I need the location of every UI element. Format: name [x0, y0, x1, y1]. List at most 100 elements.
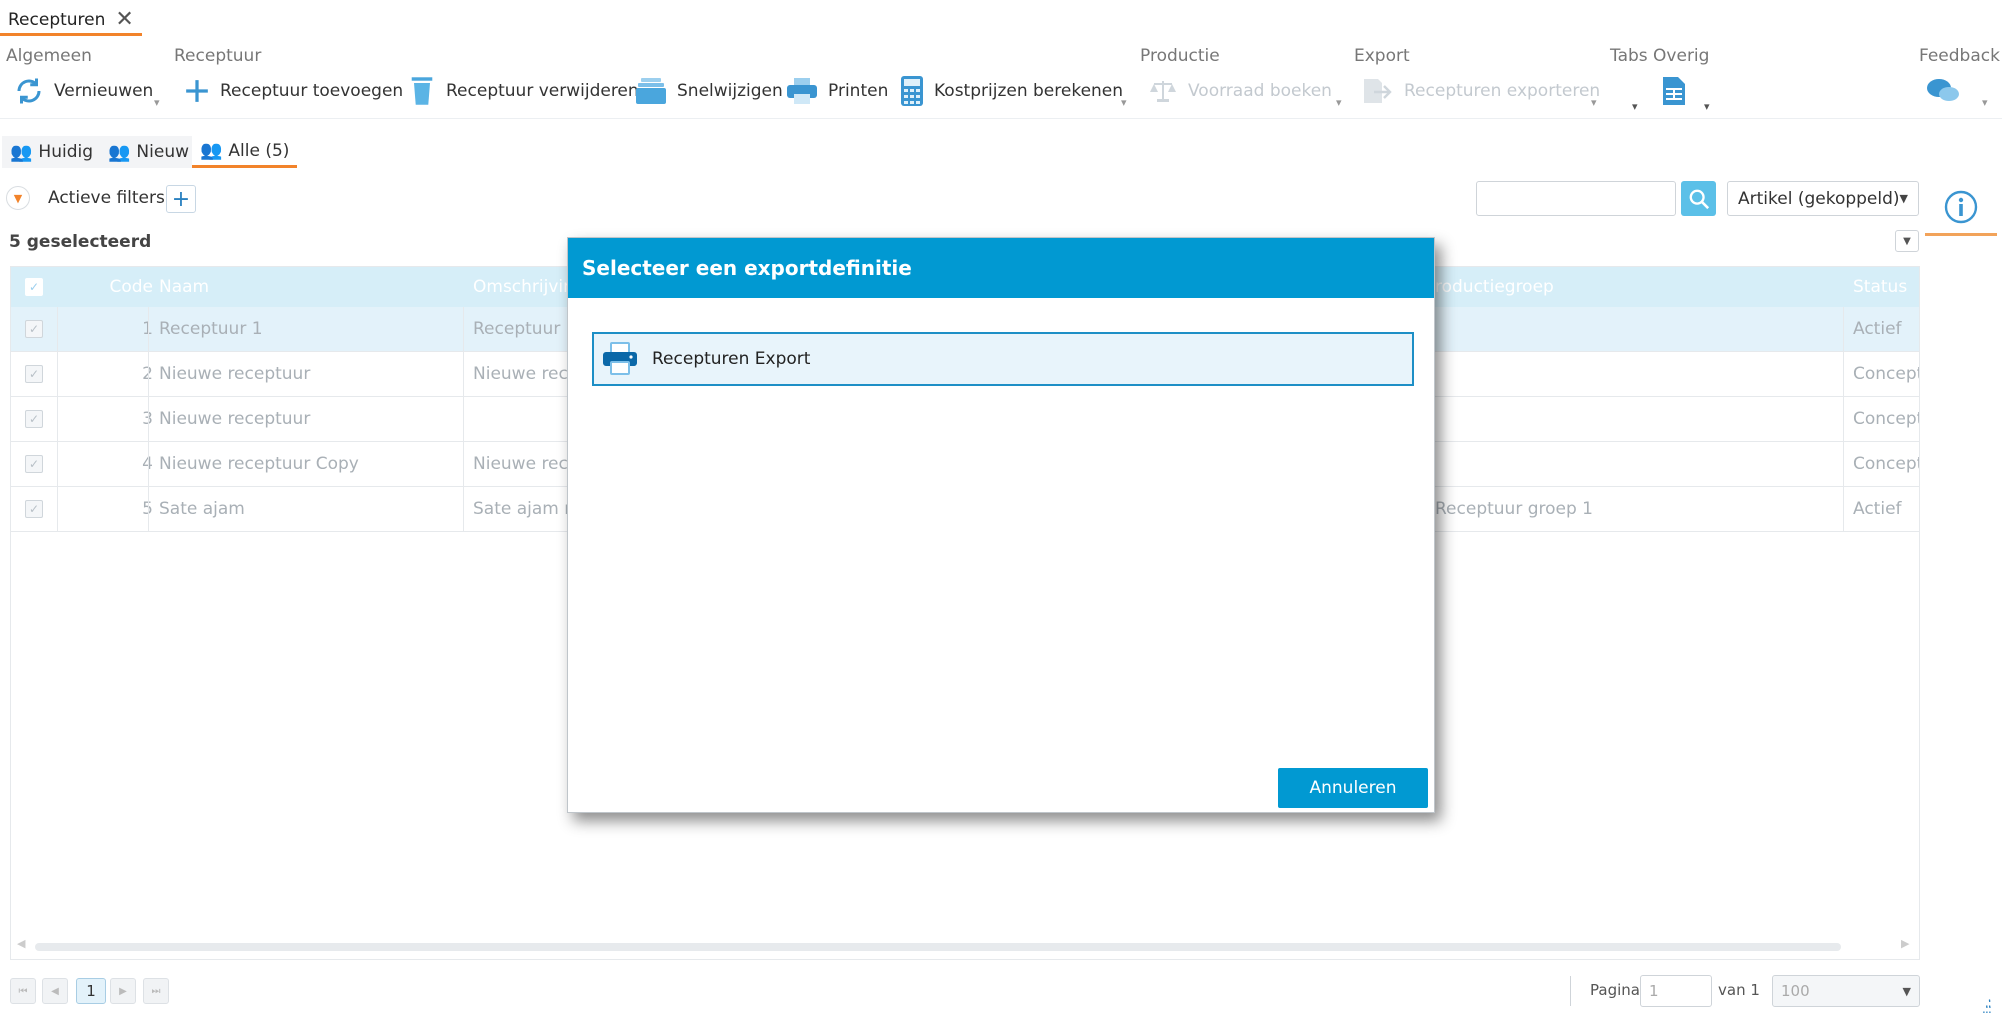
- resize-grip-icon[interactable]: . .:.::: [1982, 991, 1992, 1015]
- page-label: Pagina: [1590, 981, 1640, 999]
- group-label-productie: Productie: [1140, 46, 1220, 66]
- row-checkbox[interactable]: ✓: [25, 455, 43, 473]
- delete-receptuur-label: Receptuur verwijderen: [446, 81, 639, 101]
- export-definition-item[interactable]: Recepturen Export: [592, 332, 1414, 386]
- export-recepturen-label: Recepturen exporteren: [1404, 81, 1601, 101]
- scroll-left-icon[interactable]: ◀: [17, 937, 25, 950]
- column-divider: [57, 307, 58, 532]
- column-divider: [1843, 307, 1844, 532]
- prev-page-icon: ◀: [51, 985, 59, 997]
- prev-page-button[interactable]: ◀: [42, 978, 68, 1004]
- first-page-button[interactable]: ⏮: [10, 978, 36, 1004]
- chevron-down-icon[interactable]: ▾: [1121, 96, 1127, 109]
- feedback-button[interactable]: [1926, 74, 1960, 108]
- chevron-down-icon[interactable]: ▾: [1336, 96, 1342, 109]
- row-checkbox[interactable]: ✓: [25, 365, 43, 383]
- column-header-status[interactable]: Status: [1853, 267, 1907, 307]
- tabs-overig-button[interactable]: [1662, 74, 1686, 108]
- refresh-icon: [17, 78, 41, 104]
- calculate-cost-button[interactable]: Kostprijzen berekenen: [900, 74, 1123, 108]
- scroll-right-icon[interactable]: ▶: [1901, 937, 1909, 950]
- group-label-receptuur: Receptuur: [174, 46, 262, 66]
- next-page-button[interactable]: ▶: [110, 978, 136, 1004]
- close-icon[interactable]: ✕: [115, 8, 133, 31]
- row-checkbox[interactable]: ✓: [25, 500, 43, 518]
- cell-code: 5: [71, 487, 153, 531]
- chevron-down-icon: ▼: [1903, 235, 1911, 247]
- print-button[interactable]: Printen: [786, 74, 888, 108]
- cell-productiegroep: [1435, 352, 1835, 396]
- cell-omschrijving: Nieuwe rece: [473, 364, 573, 384]
- chevron-down-icon: ▼: [1899, 192, 1908, 205]
- filter-toggle-button[interactable]: ▼: [6, 186, 30, 210]
- cell-status: Concept: [1853, 364, 1919, 384]
- quick-edit-button[interactable]: Snelwijzigen: [635, 74, 783, 108]
- export-recepturen-button[interactable]: Recepturen exporteren: [1362, 74, 1600, 108]
- search-scope-select[interactable]: Artikel (gekoppeld) ▼: [1727, 181, 1919, 216]
- info-panel-button[interactable]: [1925, 180, 1997, 236]
- chevron-down-icon[interactable]: ▾: [1982, 96, 1988, 109]
- cancel-button[interactable]: Annuleren: [1278, 768, 1428, 808]
- page-size-select[interactable]: 100 ▼: [1772, 975, 1920, 1007]
- cell-omschrijving: Sate ajam m: [473, 499, 573, 519]
- horizontal-scrollbar[interactable]: [35, 943, 1841, 951]
- chevron-down-icon: ▼: [1902, 984, 1911, 998]
- group-label-algemeen: Algemeen: [6, 46, 92, 66]
- pager-divider: [1570, 976, 1571, 1006]
- cell-productiegroep: Receptuur groep 1: [1435, 499, 1593, 519]
- chevron-down-icon[interactable]: ▾: [1632, 100, 1638, 113]
- selection-count: 5 geselecteerd: [9, 232, 152, 252]
- cell-naam: Receptuur 1: [159, 319, 263, 339]
- current-page-button[interactable]: 1: [76, 978, 106, 1004]
- tab-title: Recepturen: [8, 9, 106, 30]
- chevron-down-icon[interactable]: ▾: [154, 96, 160, 109]
- printer-icon: [603, 342, 637, 375]
- page-size-value: 100: [1781, 982, 1810, 1000]
- next-page-icon: ▶: [119, 985, 127, 997]
- column-header-code[interactable]: Code: [99, 267, 153, 307]
- column-header-productiegroep[interactable]: roductiegroep: [1435, 267, 1554, 307]
- last-page-button[interactable]: ⏭: [143, 978, 169, 1004]
- add-filter-button[interactable]: +: [166, 185, 196, 213]
- cell-code: 1: [71, 307, 153, 351]
- tab-huidig[interactable]: 👥 Huidig: [2, 136, 102, 168]
- tab-recepturen[interactable]: Recepturen ✕: [0, 6, 142, 36]
- tab-alle[interactable]: 👥 Alle (5): [192, 136, 298, 168]
- book-stock-label: Voorraad boeken: [1188, 81, 1332, 101]
- column-chooser-button[interactable]: ▼: [1895, 230, 1919, 252]
- delete-receptuur-button[interactable]: Receptuur verwijderen: [408, 74, 639, 108]
- book-stock-button[interactable]: Voorraad boeken: [1148, 74, 1332, 108]
- chevron-down-icon[interactable]: ▾: [1704, 100, 1710, 113]
- cell-status: Actief: [1853, 499, 1902, 519]
- cell-status: Actief: [1853, 319, 1902, 339]
- page-input[interactable]: 1: [1640, 975, 1712, 1007]
- tab-alle-label: Alle (5): [228, 140, 290, 161]
- cell-productiegroep: [1435, 307, 1835, 351]
- cell-code: 3: [71, 397, 153, 441]
- row-checkbox[interactable]: ✓: [25, 410, 43, 428]
- select-all-checkbox[interactable]: ✓: [25, 267, 43, 307]
- printer-icon: [787, 78, 817, 104]
- refresh-button[interactable]: Vernieuwen: [14, 74, 153, 108]
- dialog-title: Selecteer een exportdefinitie: [568, 238, 1434, 298]
- search-button[interactable]: [1681, 181, 1716, 216]
- chevron-down-icon[interactable]: ▾: [1591, 96, 1597, 109]
- group-icon: 👥: [10, 141, 33, 163]
- export-definition-label: Recepturen Export: [652, 349, 811, 369]
- group-label-export: Export: [1354, 46, 1410, 66]
- add-receptuur-label: Receptuur toevoegen: [220, 81, 404, 101]
- chevron-down-icon: ▼: [13, 191, 23, 205]
- search-input[interactable]: [1476, 181, 1676, 216]
- stack-icon: [636, 78, 666, 104]
- row-checkbox[interactable]: ✓: [25, 320, 43, 338]
- chat-bubbles-icon: [1927, 79, 1959, 101]
- add-receptuur-button[interactable]: Receptuur toevoegen: [184, 74, 403, 108]
- column-header-naam[interactable]: Naam: [159, 267, 209, 307]
- calculate-cost-label: Kostprijzen berekenen: [934, 81, 1124, 101]
- tab-nieuw[interactable]: 👥 Nieuw: [100, 136, 197, 168]
- first-page-icon: ⏮: [18, 985, 28, 997]
- cell-omschrijving: [473, 397, 573, 441]
- cell-code: 4: [71, 442, 153, 486]
- column-header-omschrijving[interactable]: Omschrijvin: [473, 267, 574, 307]
- tab-nieuw-label: Nieuw: [136, 142, 189, 162]
